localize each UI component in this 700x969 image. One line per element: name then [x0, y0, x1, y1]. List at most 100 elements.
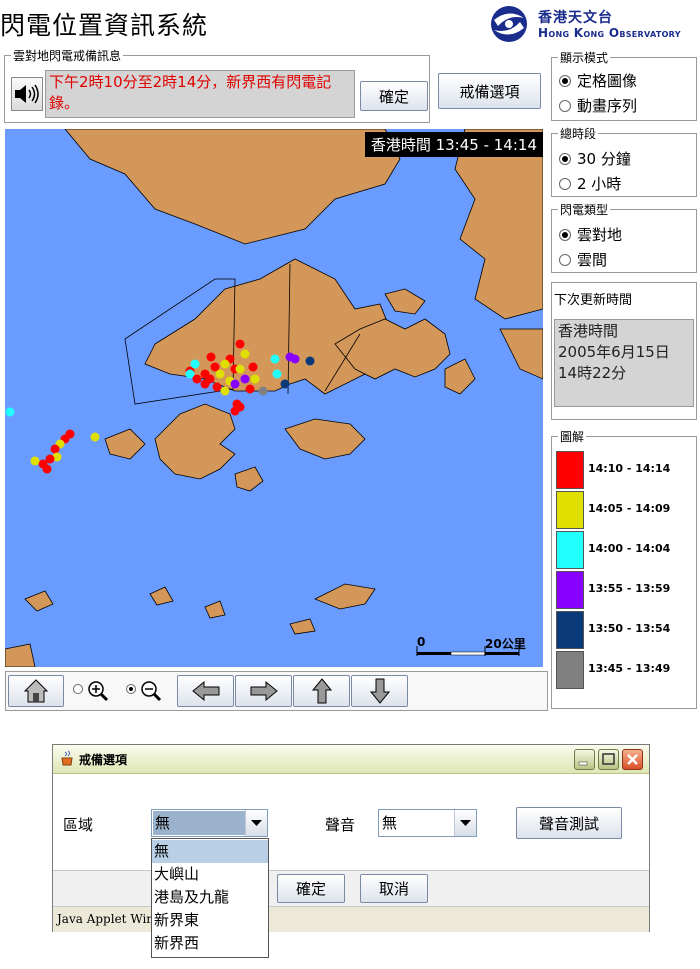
radio-button[interactable]	[559, 99, 571, 112]
close-icon	[627, 754, 638, 765]
lightning-strike-marker	[50, 444, 60, 454]
lightning-strike-marker	[270, 354, 280, 364]
warning-options-dialog: 戒備選項 區域 無 聲音 無 聲音測試 確定 取消 Java Applet Wi…	[52, 744, 650, 932]
zoom-out-icon[interactable]	[140, 680, 162, 702]
next-update-label: 下次更新時間	[554, 293, 633, 308]
hko-logo: 香港天文台 Hong Kong Observatory	[486, 4, 696, 44]
page-title: 閃電位置資訊系統	[0, 11, 209, 40]
radio-button[interactable]	[559, 177, 571, 190]
islet-lantau-west	[104, 428, 146, 460]
lightning-strike-marker	[272, 369, 282, 379]
legend-item: 14:05 - 14:09	[556, 491, 694, 529]
sound-select[interactable]: 無	[378, 809, 477, 837]
lightning-strike-marker	[235, 339, 245, 349]
next-update-line1: 香港時間	[558, 322, 619, 340]
pan-right-button[interactable]	[235, 675, 292, 707]
dropdown-option[interactable]: 港島及九龍	[152, 886, 268, 909]
lightning-strike-marker	[200, 379, 210, 389]
zoom-in-icon[interactable]	[87, 680, 109, 702]
scale-start-label: 0	[417, 635, 426, 649]
speaker-button[interactable]	[11, 77, 43, 111]
region-dropdown-list: 無 大嶼山 港島及九龍 新界東 新界西	[151, 838, 269, 958]
lightning-strike-marker	[290, 354, 300, 364]
pan-left-button[interactable]	[177, 675, 234, 707]
chevron-down-icon	[251, 819, 262, 826]
radio-still-image[interactable]: 定格圖像	[559, 70, 637, 91]
lightning-strike-marker	[245, 384, 255, 394]
dialog-title-bar[interactable]: 戒備選項	[53, 745, 649, 774]
legend-swatch	[556, 531, 584, 569]
radio-30-min[interactable]: 30 分鐘	[559, 148, 631, 169]
region-dropdown-arrow[interactable]	[245, 810, 267, 836]
confirm-alert-button[interactable]: 確定	[360, 81, 428, 111]
radio-cloud-to-cloud[interactable]: 雲間	[559, 249, 607, 270]
dropdown-option[interactable]: 無	[152, 840, 268, 863]
lightning-map[interactable]: 香港時間 13:45 - 14:14 0 20公里	[5, 129, 543, 667]
hong-kong-island	[284, 418, 366, 460]
radio-cloud-to-ground[interactable]: 雲對地	[559, 224, 622, 245]
radio-button-checked[interactable]	[559, 152, 571, 165]
radio-2-hours[interactable]: 2 小時	[559, 173, 621, 194]
close-button[interactable]	[622, 749, 643, 770]
lightning-strike-marker	[190, 359, 200, 369]
dialog-footer: 確定 取消	[53, 870, 649, 907]
legend-item: 14:10 - 14:14	[556, 451, 694, 489]
region-select[interactable]: 無	[151, 809, 268, 837]
next-update-panel: 下次更新時間 香港時間 2005年6月15日 14時22分	[551, 282, 697, 420]
islet-east	[444, 358, 476, 395]
radio-button[interactable]	[559, 253, 571, 266]
alert-message: 下午2時10分至2時14分，新界西有閃電記錄。	[45, 70, 355, 118]
legend-swatch	[556, 451, 584, 489]
lightning-strike-marker	[212, 382, 222, 392]
pan-down-button[interactable]	[351, 675, 408, 707]
legend-range: 14:05 - 14:09	[588, 502, 671, 515]
legend-item: 13:50 - 13:54	[556, 611, 694, 649]
zoom-in-radio[interactable]	[73, 684, 83, 694]
dropdown-option[interactable]: 新界東	[152, 909, 268, 932]
lightning-strike-marker	[90, 432, 100, 442]
islet-far-south-2	[289, 618, 316, 635]
lightning-strike-marker	[248, 362, 258, 372]
lightning-strike-marker	[42, 464, 52, 474]
radio-button-checked[interactable]	[559, 228, 571, 241]
map-toolbar	[5, 671, 548, 711]
minimize-button[interactable]	[574, 749, 595, 770]
lightning-strike-marker	[240, 374, 250, 384]
dialog-cancel-button[interactable]: 取消	[360, 874, 428, 903]
logo-en-text: Hong Kong Observatory	[538, 26, 681, 40]
radio-animation[interactable]: 動畫序列	[559, 95, 637, 116]
dropdown-option[interactable]: 大嶼山	[152, 863, 268, 886]
legend-item: 13:45 - 13:49	[556, 651, 694, 689]
new-territories	[144, 258, 391, 395]
home-button[interactable]	[8, 675, 64, 707]
lightning-strike-marker	[250, 374, 260, 384]
lightning-strike-marker	[206, 352, 216, 362]
islet-south	[234, 466, 264, 492]
arrow-down-icon	[369, 678, 390, 704]
speaker-icon	[15, 84, 39, 104]
lightning-strike-marker	[220, 359, 230, 369]
radio-button-checked[interactable]	[559, 74, 571, 87]
legend-label: 圖解	[558, 428, 587, 445]
dialog-confirm-button[interactable]: 確定	[277, 874, 345, 903]
east-islet	[499, 328, 543, 380]
alert-group-label: 雲對地閃電戒備訊息	[11, 47, 124, 64]
pan-up-button[interactable]	[293, 675, 350, 707]
sound-dropdown-arrow[interactable]	[454, 810, 476, 836]
period-label: 總時段	[558, 125, 599, 142]
lightning-strike-marker	[215, 369, 225, 379]
sound-label: 聲音	[325, 816, 356, 834]
warning-options-button[interactable]: 戒備選項	[438, 73, 541, 109]
islet-small-2	[204, 600, 226, 619]
lightning-strike-marker	[30, 456, 40, 466]
dropdown-option[interactable]: 新界西	[152, 932, 268, 955]
map-svg	[5, 129, 543, 667]
legend-swatch	[556, 611, 584, 649]
sound-test-button[interactable]: 聲音測試	[516, 807, 622, 839]
maximize-button[interactable]	[598, 749, 619, 770]
zoom-out-radio[interactable]	[126, 684, 136, 694]
next-update-box: 香港時間 2005年6月15日 14時22分	[554, 319, 694, 407]
arrow-up-icon	[311, 678, 332, 704]
lightning-strike-marker	[220, 386, 230, 396]
legend-range: 13:50 - 13:54	[588, 622, 671, 635]
